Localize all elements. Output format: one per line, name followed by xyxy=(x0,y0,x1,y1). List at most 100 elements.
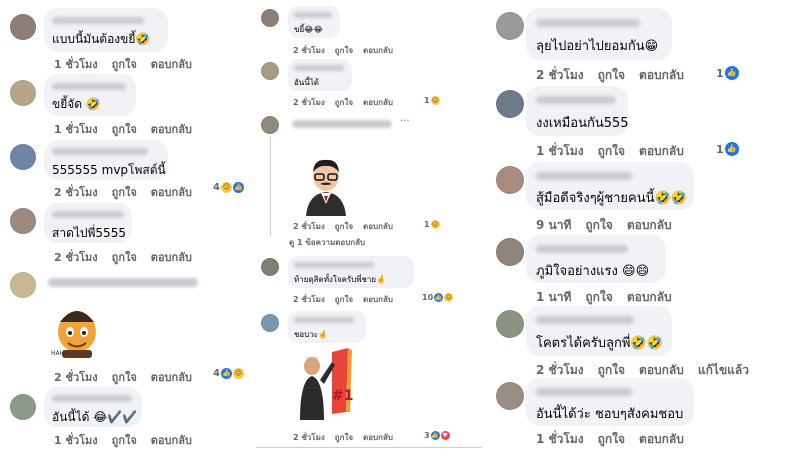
like-link[interactable]: ถูกใจ xyxy=(112,123,137,136)
comment-time[interactable]: 1 ชั่วโมง xyxy=(536,432,584,446)
like-link[interactable]: ถูกใจ xyxy=(335,222,353,231)
cartoon-character-sticker[interactable]: HAHA xyxy=(48,298,106,360)
avatar[interactable] xyxy=(10,80,36,106)
comment-time[interactable]: 2 ชั่วโมง xyxy=(293,46,325,55)
reply-link[interactable]: ตอบกลับ xyxy=(363,433,393,442)
blurred-author-name[interactable] xyxy=(52,17,144,24)
reply-link[interactable]: ตอบกลับ xyxy=(627,218,672,232)
like-link[interactable]: ถูกใจ xyxy=(335,46,353,55)
blurred-author-name[interactable] xyxy=(294,12,332,18)
avatar[interactable] xyxy=(261,258,279,276)
like-link[interactable]: ถูกใจ xyxy=(112,371,137,384)
reaction-summary[interactable]: 4 👍 ☺ xyxy=(213,368,244,379)
avatar[interactable] xyxy=(261,9,279,27)
comment-time[interactable]: 2 ชั่วโมง xyxy=(54,251,98,264)
comment-time[interactable]: 1 ชั่วโมง xyxy=(54,123,98,136)
reaction-count: 4 xyxy=(213,182,220,193)
reaction-summary[interactable]: 10 👍 ☺ xyxy=(422,293,454,302)
comment-time[interactable]: 1 ชั่วโมง xyxy=(54,434,98,447)
avatar[interactable] xyxy=(496,238,524,266)
comment-time[interactable]: 2 ชั่วโมง xyxy=(293,295,325,304)
blurred-author-name[interactable] xyxy=(294,262,374,268)
blurred-author-name[interactable] xyxy=(52,211,124,218)
reaction-summary[interactable]: 1 👍 xyxy=(716,66,739,80)
like-link[interactable]: ถูกใจ xyxy=(335,98,353,107)
blurred-author-name[interactable] xyxy=(294,317,354,323)
like-link[interactable]: ถูกใจ xyxy=(585,218,612,232)
reply-link[interactable]: ตอบกลับ xyxy=(151,371,192,384)
blurred-author-name[interactable] xyxy=(536,316,634,324)
reaction-count: 1 xyxy=(424,96,430,105)
man-in-suit-sticker[interactable] xyxy=(300,156,352,216)
like-link[interactable]: ถูกใจ xyxy=(112,251,137,264)
like-link[interactable]: ถูกใจ xyxy=(585,290,612,304)
avatar[interactable] xyxy=(10,208,36,234)
comment-time[interactable]: 2 ชั่วโมง xyxy=(293,433,325,442)
reaction-summary[interactable]: 4 ☺ 👍 xyxy=(213,182,244,193)
like-link[interactable]: ถูกใจ xyxy=(335,295,353,304)
reply-link[interactable]: ตอบกลับ xyxy=(151,186,192,199)
reply-link[interactable]: ตอบกลับ xyxy=(363,222,393,231)
reaction-summary[interactable]: 3 👍 ♥ xyxy=(424,431,450,440)
comment-time[interactable]: 2 ชั่วโมง xyxy=(293,98,325,107)
like-link[interactable]: ถูกใจ xyxy=(598,144,625,158)
blurred-author-name[interactable] xyxy=(536,388,632,396)
comment-time[interactable]: 2 ชั่วโมง xyxy=(536,363,584,377)
reply-link[interactable]: ตอบกลับ xyxy=(151,123,192,136)
blurred-author-name[interactable] xyxy=(48,278,198,287)
blurred-author-name[interactable] xyxy=(294,65,344,71)
blurred-author-name[interactable] xyxy=(536,96,616,104)
like-link[interactable]: ถูกใจ xyxy=(598,363,625,377)
blurred-author-name[interactable] xyxy=(292,120,392,128)
comment-time[interactable]: 2 ชั่วโมง xyxy=(536,68,584,82)
view-replies-link[interactable]: ดู 1 ข้อความตอบกลับ xyxy=(289,236,365,249)
reply-link[interactable]: ตอบกลับ xyxy=(363,46,393,55)
blurred-author-name[interactable] xyxy=(536,172,632,180)
avatar[interactable] xyxy=(261,314,279,332)
comment-time[interactable]: 9 นาที xyxy=(536,218,571,232)
reply-link[interactable]: ตอบกลับ xyxy=(639,68,684,82)
avatar[interactable] xyxy=(496,382,524,410)
avatar[interactable] xyxy=(10,394,36,420)
blurred-author-name[interactable] xyxy=(52,83,126,90)
comment-time[interactable]: 2 ชั่วโมง xyxy=(54,371,98,384)
blurred-author-name[interactable] xyxy=(536,19,640,27)
comment-time[interactable]: 1 ชั่วโมง xyxy=(536,144,584,158)
blurred-author-name[interactable] xyxy=(52,395,132,402)
reply-link[interactable]: ตอบกลับ xyxy=(363,98,393,107)
comment: อันนี้ได้ 2 ชั่วโมง ถูกใจ ตอบกลับ 1 ☺ xyxy=(256,56,482,110)
comment-time[interactable]: 2 ชั่วโมง xyxy=(54,186,98,199)
avatar[interactable] xyxy=(496,310,524,338)
blurred-author-name[interactable] xyxy=(536,245,628,253)
reply-link[interactable]: ตอบกลับ xyxy=(151,251,192,264)
blurred-author-name[interactable] xyxy=(52,148,148,155)
avatar[interactable] xyxy=(496,90,524,118)
avatar[interactable] xyxy=(261,116,279,134)
like-link[interactable]: ถูกใจ xyxy=(112,434,137,447)
avatar[interactable] xyxy=(10,272,36,298)
reaction-summary[interactable]: 1 ☺ xyxy=(424,96,440,105)
like-link[interactable]: ถูกใจ xyxy=(112,186,137,199)
reply-link[interactable]: ตอบกลับ xyxy=(627,290,672,304)
reply-link[interactable]: ตอบกลับ xyxy=(639,432,684,446)
comment-bubble: ขยี้จัด 🤣 xyxy=(44,74,136,116)
reaction-summary[interactable]: 1 ☺ xyxy=(424,220,440,229)
number-one-sticker[interactable]: #1 xyxy=(292,346,364,420)
reply-link[interactable]: ตอบกลับ xyxy=(363,295,393,304)
avatar[interactable] xyxy=(496,12,524,40)
avatar[interactable] xyxy=(496,166,524,194)
reply-link[interactable]: ตอบกลับ xyxy=(639,144,684,158)
like-link[interactable]: ถูกใจ xyxy=(598,432,625,446)
avatar[interactable] xyxy=(10,14,36,40)
comment-time[interactable]: 1 นาที xyxy=(536,290,571,304)
like-link[interactable]: ถูกใจ xyxy=(335,433,353,442)
more-options-icon[interactable]: ··· xyxy=(400,116,410,127)
comment-time[interactable]: 2 ชั่วโมง xyxy=(293,222,325,231)
reply-link[interactable]: ตอบกลับ xyxy=(151,434,192,447)
avatar[interactable] xyxy=(10,144,36,170)
reaction-summary[interactable]: 1 👍 xyxy=(716,142,739,156)
comment: ··· 2 ชั่วโมง ถูกใจ ตอบกลับ 1 ☺ ดู 1 ข้อคว… xyxy=(256,110,482,250)
reply-link[interactable]: ตอบกลับ xyxy=(639,363,684,377)
avatar[interactable] xyxy=(261,62,279,80)
like-link[interactable]: ถูกใจ xyxy=(598,68,625,82)
